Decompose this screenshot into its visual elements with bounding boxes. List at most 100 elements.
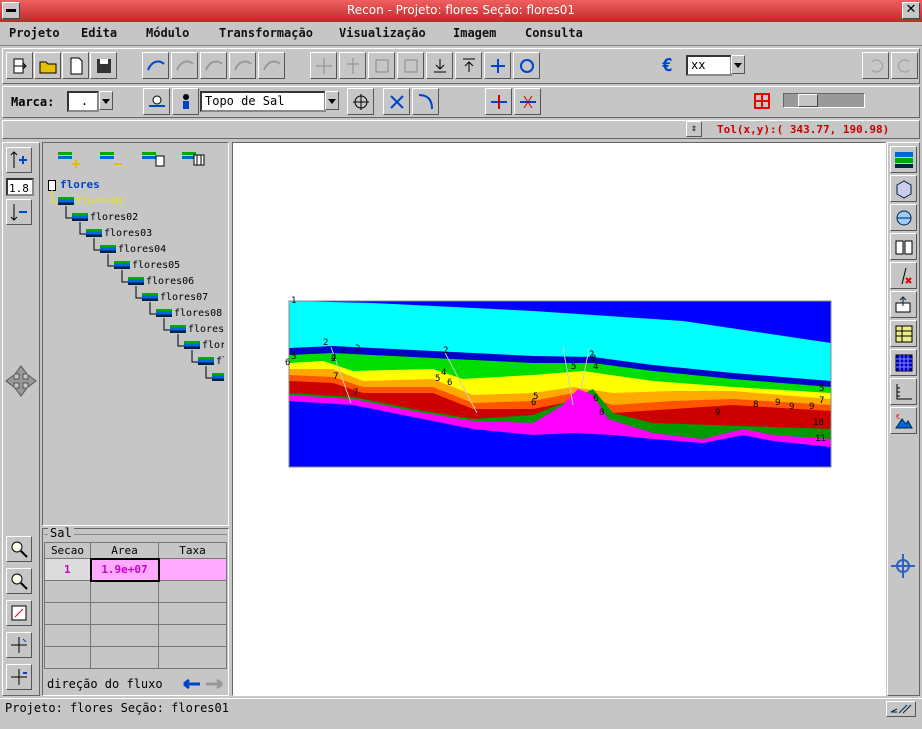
transform-tool-8[interactable] [513,52,540,79]
zoom-window-button[interactable] [6,568,32,594]
shrink-button[interactable] [6,664,32,690]
section-table-icon[interactable] [182,150,208,168]
book-button[interactable] [890,233,917,260]
curve-button[interactable] [412,88,439,115]
cell[interactable] [90,646,159,669]
cell[interactable] [44,624,91,647]
horizon-select[interactable]: Topo de Sal [200,91,326,112]
undo-button[interactable] [862,52,889,79]
cell-taxa[interactable] [158,558,227,581]
marca-select-arrow[interactable] [99,91,113,110]
table-view-button[interactable] [890,320,917,347]
ruler-button[interactable] [890,378,917,405]
slider-handle[interactable] [798,94,818,107]
table-row[interactable] [44,580,227,603]
marker-tool-2[interactable] [172,88,199,115]
flow-left-arrow-icon[interactable] [183,678,201,690]
cell[interactable] [90,602,159,625]
table-row[interactable]: 1 1.9e+07 [44,557,227,582]
transform-tool-6[interactable] [455,52,482,79]
cell[interactable] [158,624,227,647]
zoom-step-field[interactable]: 1.8 [6,178,34,196]
cell[interactable] [44,602,91,625]
horizon-tool-1[interactable] [142,52,169,79]
cell-secao[interactable]: 1 [44,558,91,581]
open-button[interactable] [34,52,61,79]
fit-button[interactable] [6,600,32,626]
menu-transformacao[interactable]: Transformação [219,26,313,40]
scale-button[interactable]: € [890,407,917,434]
zoom-in-step-button[interactable] [6,147,32,173]
pan-cross-icon[interactable] [4,364,38,398]
tree-item[interactable]: flores08 [156,308,222,319]
tree-item[interactable]: flores09 [170,324,224,335]
cell[interactable] [44,646,91,669]
zoom-button[interactable] [6,536,32,562]
layers-button[interactable] [890,146,917,173]
tree-item[interactable]: flores04 [100,244,166,255]
remove-section-icon[interactable] [100,150,126,168]
cell[interactable] [158,580,227,603]
join-button[interactable] [514,88,541,115]
horizon-tool-5[interactable] [258,52,285,79]
tree-item[interactable]: flores12 [212,372,224,383]
box-button[interactable] [890,175,917,202]
new-button[interactable] [62,52,89,79]
table-row[interactable] [44,624,227,647]
table-row[interactable] [44,602,227,625]
target-button[interactable] [347,88,374,115]
transform-tool-1[interactable] [310,52,337,79]
zoom-select[interactable]: xx [686,55,732,76]
flow-right-arrow-icon[interactable] [205,678,223,690]
cell[interactable] [90,624,159,647]
cell[interactable] [158,602,227,625]
marca-select[interactable]: . [67,91,99,112]
cell[interactable] [158,646,227,669]
menu-projeto[interactable]: Projeto [9,26,60,40]
horizon-tool-3[interactable] [200,52,227,79]
fault-delete-button[interactable] [890,262,917,289]
zoom-out-step-button[interactable] [6,199,32,225]
tree-item[interactable]: flores02 [72,212,138,223]
exit-button[interactable] [6,52,33,79]
menu-modulo[interactable]: Módulo [146,26,189,40]
marker-tool-1[interactable] [143,88,170,115]
redo-button[interactable] [891,52,918,79]
menu-edita[interactable]: Edita [81,26,117,40]
add-section-icon[interactable] [58,150,84,168]
menu-imagem[interactable]: Imagem [453,26,496,40]
tree-item[interactable]: flores01 [58,196,124,207]
menu-visualizacao[interactable]: Visualização [339,26,426,40]
tree-item[interactable]: flores10 [184,340,224,351]
opacity-slider[interactable] [783,93,865,108]
tree-item[interactable]: flores03 [86,228,152,239]
expand-button[interactable] [6,632,32,658]
globe-button[interactable] [890,204,917,231]
updown-icon[interactable]: ⇕ [686,121,702,137]
horizon-tool-4[interactable] [229,52,256,79]
transform-tool-7[interactable] [484,52,511,79]
menu-consulta[interactable]: Consulta [525,26,583,40]
table-row[interactable] [44,646,227,669]
horizon-up-button[interactable] [890,291,917,318]
cell[interactable] [90,580,159,603]
zoom-select-arrow[interactable] [731,55,745,74]
transform-tool-5[interactable] [426,52,453,79]
copy-section-icon[interactable] [142,150,168,168]
section-canvas[interactable]: 1 2 2 2 2 4 5 6 7 7 2 4 5 6 2 3 4 5 5 6 6 8 9 5 7 8 9 9 9 10 11 [232,142,886,696]
horizon-select-arrow[interactable] [325,91,339,110]
close-button[interactable]: ✕ [902,2,920,19]
split-button[interactable] [485,88,512,115]
grid-view-button[interactable] [890,349,917,376]
resize-button[interactable] [886,701,916,717]
tree-item[interactable]: flores05 [114,260,180,271]
cell[interactable] [44,580,91,603]
transform-tool-4[interactable] [397,52,424,79]
pan-target-icon[interactable] [890,553,916,579]
save-button[interactable] [90,52,117,79]
tree-item[interactable]: flores07 [142,292,208,303]
tree-item[interactable]: flores11 [198,356,224,367]
system-menu-button[interactable] [2,2,20,19]
cut-button[interactable] [383,88,410,115]
tree-item[interactable]: flores06 [128,276,194,287]
